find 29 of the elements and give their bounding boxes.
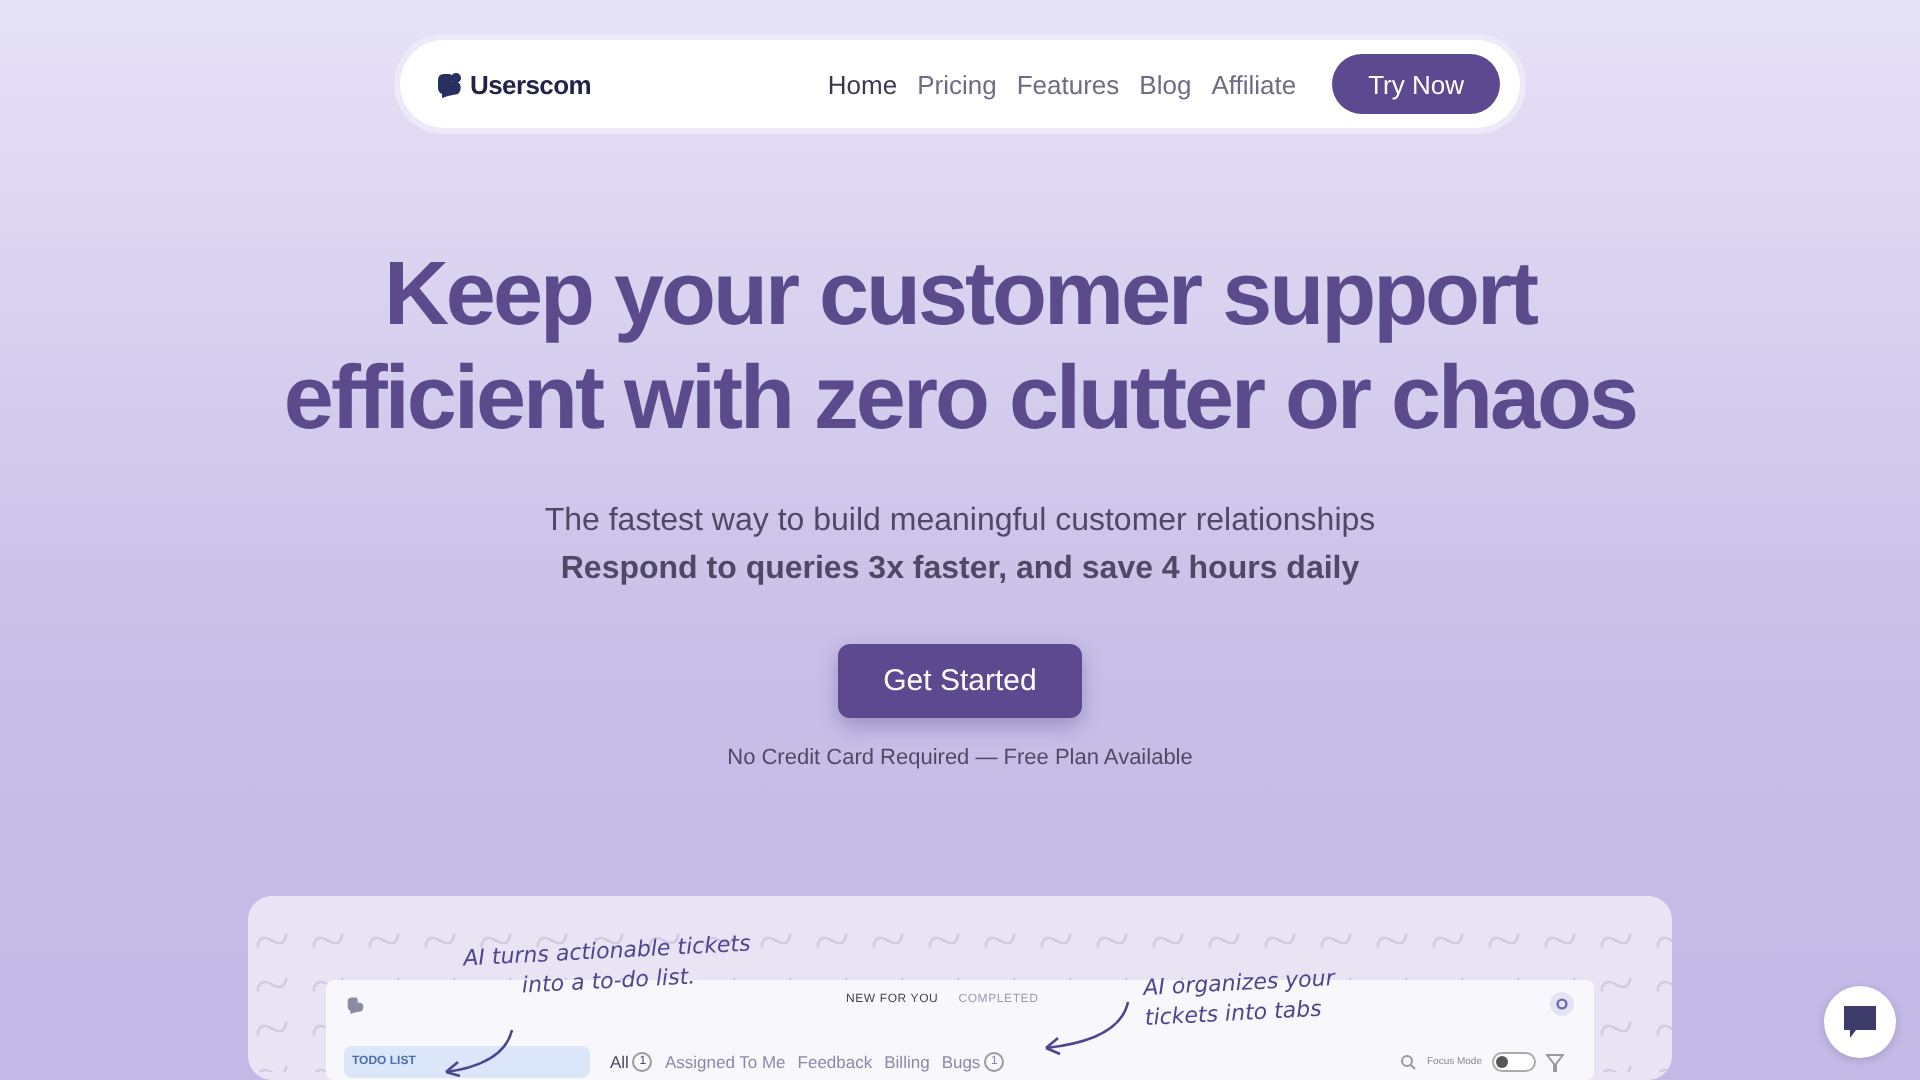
filter-icon[interactable] [1546, 1053, 1564, 1071]
handwritten-note: into a to-do list. [521, 963, 698, 1003]
nav-link[interactable]: Affiliate [1211, 69, 1297, 99]
chat-button[interactable] [1824, 986, 1896, 1058]
filter-tab[interactable]: Feedback [797, 1052, 873, 1072]
settings-icon[interactable] [1550, 992, 1574, 1016]
hero-subtitle: The fastest way to build meaningful customer relationships [544, 504, 1376, 540]
nav-link[interactable]: Home [827, 69, 898, 99]
handwritten-note: AI organizes your [1142, 963, 1336, 1001]
nav-link[interactable]: Features [1016, 69, 1120, 99]
hero-title: Keep your customer support [381, 242, 1540, 346]
nav-link[interactable]: Pricing [917, 69, 997, 99]
focus-mode-toggle[interactable] [1492, 1052, 1536, 1072]
handwritten-note: tickets into tabs [1144, 995, 1325, 1033]
hero-title: efficient with zero clutter or chaos [283, 346, 1637, 450]
get-started-button[interactable]: Get Started [838, 644, 1082, 718]
logo-icon [346, 995, 366, 1013]
filter-tab[interactable]: Billing [884, 1052, 930, 1072]
filter-tab[interactable]: Assigned To Me [664, 1052, 786, 1072]
nav-link[interactable]: Blog [1139, 69, 1192, 99]
curved-arrow [440, 1028, 516, 1078]
hero-note: No Credit Card Required — Free Plan Available [727, 746, 1193, 770]
try-now-button[interactable]: Try Now [1332, 54, 1500, 114]
search-icon[interactable] [1400, 1054, 1417, 1070]
hero-tagline: Respond to queries 3x faster, and save 4 hours daily [560, 552, 1360, 588]
logo-icon [436, 71, 464, 97]
chat-icon [1844, 1005, 1876, 1039]
brand-name[interactable]: Userscom [470, 69, 591, 99]
curved-arrow [1040, 1000, 1132, 1056]
